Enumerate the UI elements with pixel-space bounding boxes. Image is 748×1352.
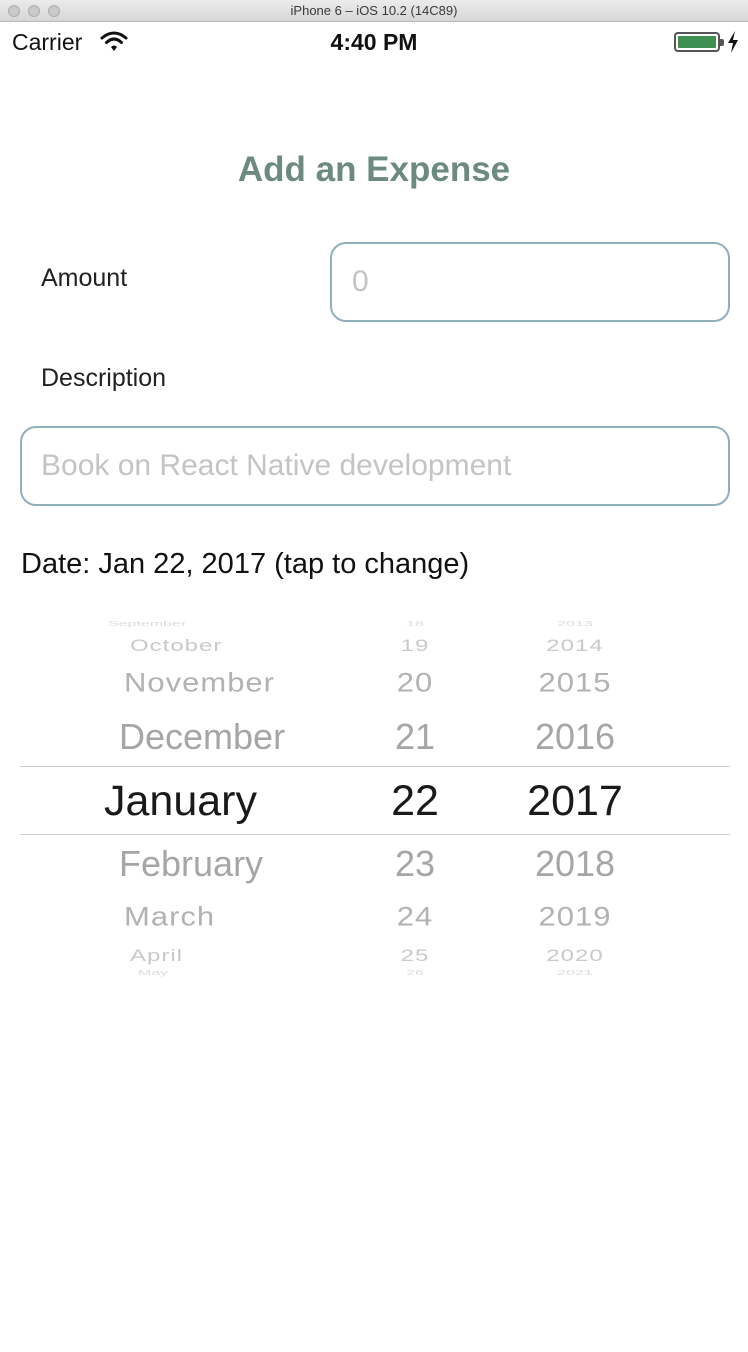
- description-input[interactable]: [20, 426, 730, 506]
- day-option[interactable]: 23: [365, 846, 465, 882]
- day-option[interactable]: 18: [365, 620, 465, 627]
- year-option[interactable]: 2014: [500, 637, 650, 655]
- day-option[interactable]: 19: [365, 637, 465, 655]
- month-option[interactable]: December: [119, 719, 359, 755]
- year-option[interactable]: 2021: [500, 969, 650, 976]
- day-option[interactable]: 25: [365, 947, 465, 965]
- status-bar: Carrier 4:40 PM: [0, 22, 748, 62]
- month-option[interactable]: October: [130, 637, 370, 655]
- day-selected[interactable]: 22: [365, 780, 465, 823]
- year-option[interactable]: 2016: [500, 719, 650, 755]
- year-option[interactable]: 2015: [500, 669, 650, 696]
- day-option[interactable]: 21: [365, 719, 465, 755]
- year-option[interactable]: 2020: [500, 947, 650, 965]
- year-option[interactable]: 2018: [500, 846, 650, 882]
- date-picker[interactable]: September October November December Janu…: [20, 618, 730, 980]
- charging-bolt-icon: [728, 31, 738, 53]
- day-option[interactable]: 20: [365, 669, 465, 696]
- year-selected[interactable]: 2017: [500, 780, 650, 823]
- year-option[interactable]: 2013: [500, 620, 650, 627]
- description-label: Description: [41, 364, 167, 392]
- month-selected[interactable]: January: [104, 780, 344, 823]
- window-title: iPhone 6 – iOS 10.2 (14C89): [290, 3, 458, 18]
- amount-input[interactable]: [330, 242, 730, 322]
- day-option[interactable]: 24: [365, 903, 465, 930]
- amount-label: Amount: [41, 264, 128, 292]
- status-time: 4:40 PM: [330, 29, 418, 55]
- month-option[interactable]: September: [108, 620, 348, 627]
- month-wheel[interactable]: September October November December Janu…: [80, 618, 320, 980]
- page-title: Add an Expense: [237, 150, 511, 189]
- battery-icon: [674, 32, 724, 52]
- month-option[interactable]: November: [124, 669, 364, 696]
- month-option[interactable]: March: [124, 903, 364, 930]
- day-option[interactable]: 26: [365, 969, 465, 976]
- month-option[interactable]: April: [130, 947, 370, 965]
- date-toggle[interactable]: Date: Jan 22, 2017 (tap to change): [21, 548, 469, 581]
- year-wheel[interactable]: 2013 2014 2015 2016 2017 2018 2019 2020 …: [500, 618, 650, 980]
- simulator-title-bar: iPhone 6 – iOS 10.2 (14C89): [0, 0, 748, 22]
- year-option[interactable]: 2019: [500, 903, 650, 930]
- battery-level: [678, 36, 716, 48]
- battery-nub: [720, 39, 724, 46]
- month-option[interactable]: May: [138, 969, 378, 976]
- day-wheel[interactable]: 18 19 20 21 22 23 24 25 26: [365, 618, 465, 980]
- month-option[interactable]: February: [119, 846, 359, 882]
